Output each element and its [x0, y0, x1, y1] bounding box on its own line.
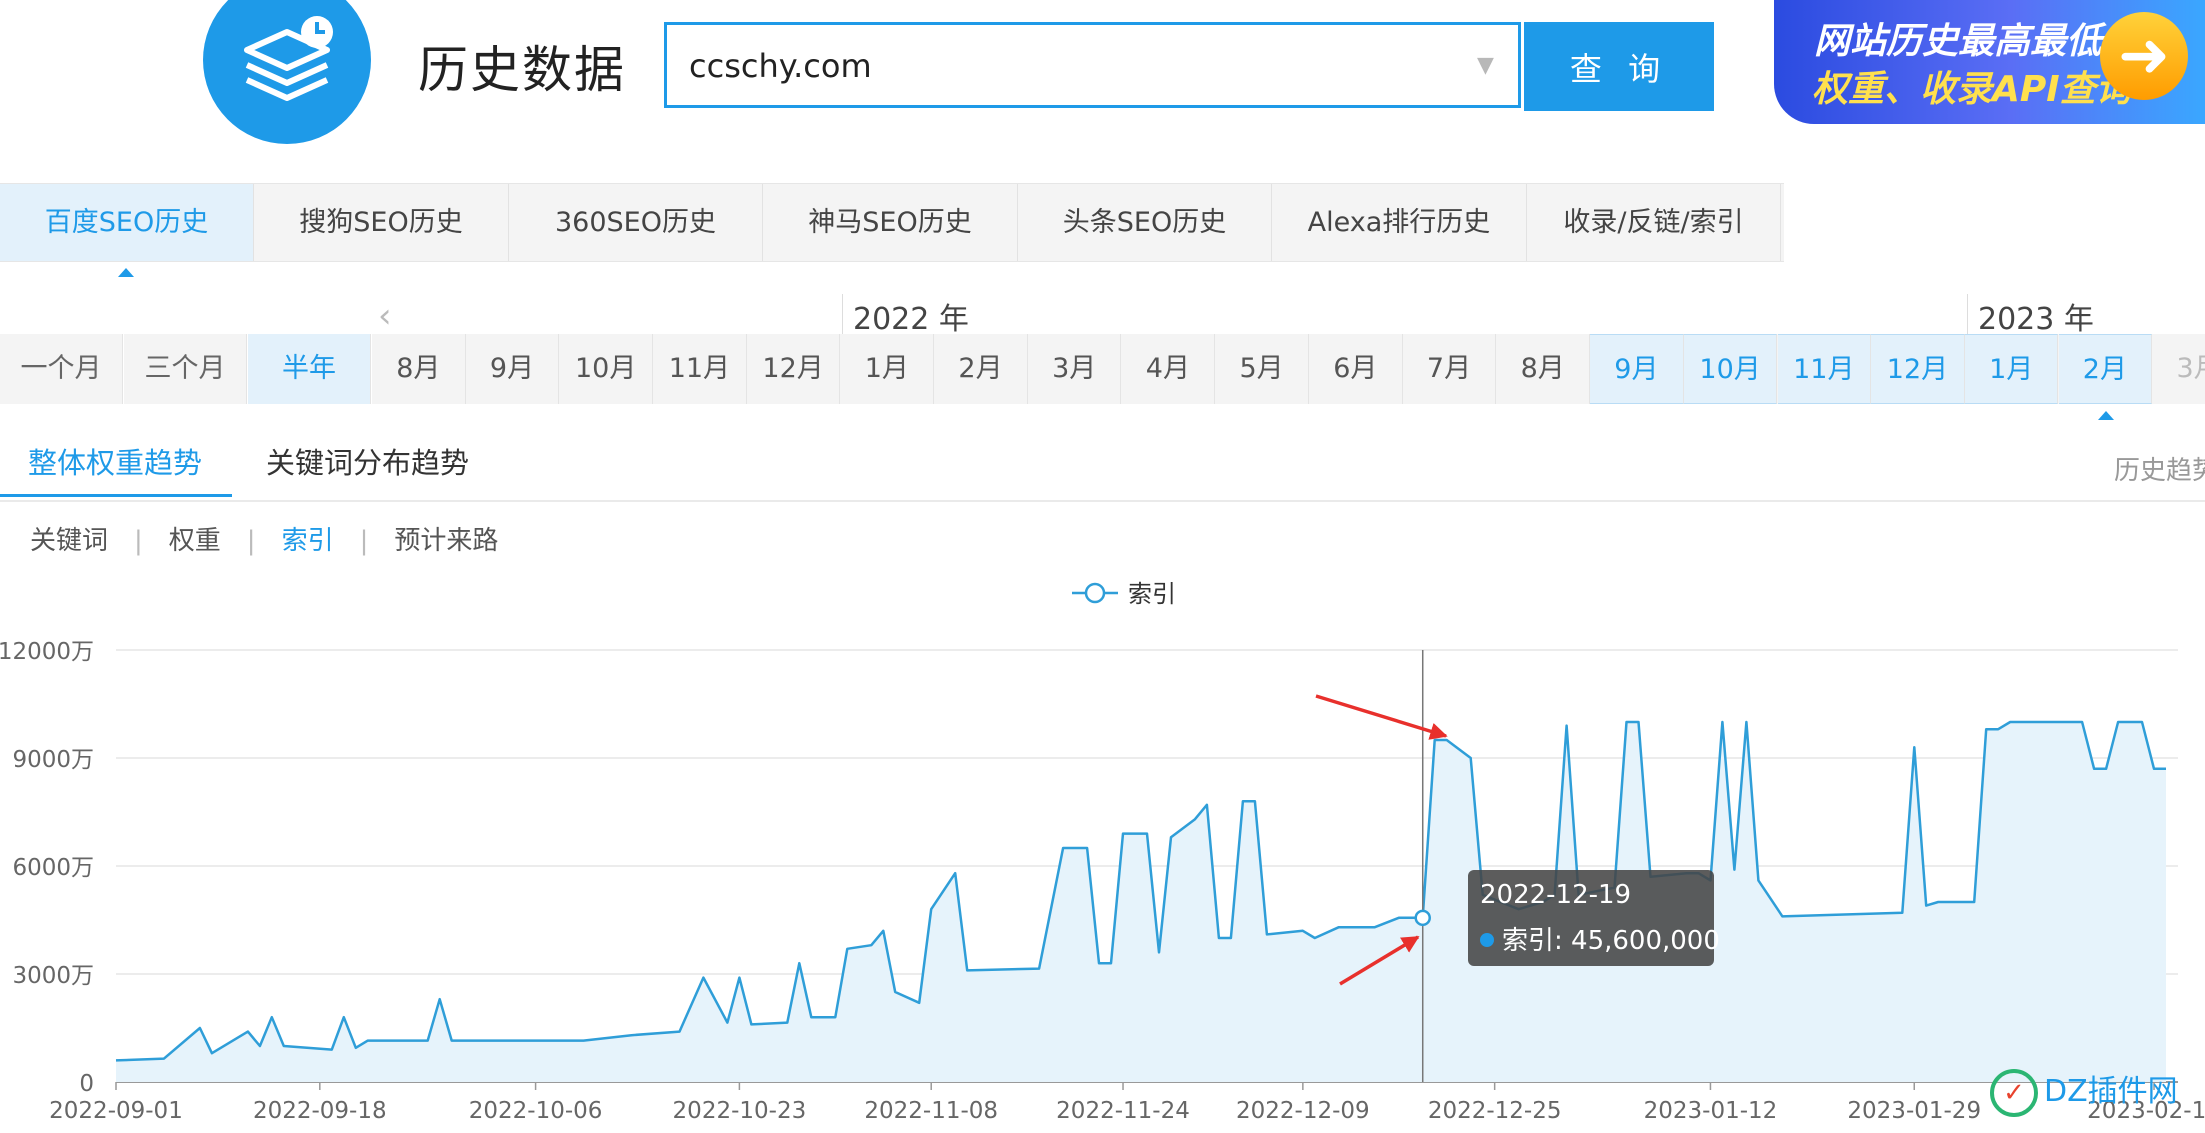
query-button[interactable]: 查 询: [1524, 22, 1714, 111]
x-tick-label: 2022-09-18: [253, 1098, 387, 1124]
seo-tab[interactable]: 搜狗SEO历史: [255, 184, 509, 261]
index-trend-chart: 0 3000万 6000万 9000万 12000万 2022-09-01 2022-09-…: [0, 580, 2205, 1124]
x-tick-label: 2023-01-29: [1847, 1098, 1981, 1124]
year-label: 2022 年: [842, 294, 969, 337]
month-button[interactable]: 10月: [1683, 334, 1778, 404]
month-button[interactable]: 4月: [1122, 334, 1216, 404]
month-button[interactable]: 6月: [1309, 334, 1403, 404]
active-tab-indicator: [118, 268, 134, 277]
x-tick-label: 2022-09-01: [49, 1098, 183, 1124]
watermark-text: DZ插件网: [2044, 1074, 2178, 1109]
seo-tab[interactable]: 360SEO历史: [509, 184, 763, 261]
domain-search-input[interactable]: [687, 39, 1371, 93]
month-button[interactable]: 2月: [2058, 334, 2153, 404]
x-tick-label: 2022-12-09: [1236, 1098, 1370, 1124]
y-tick-label: 12000万: [0, 639, 94, 665]
month-button[interactable]: 5月: [1215, 334, 1309, 404]
x-tick-label: 2022-11-08: [864, 1098, 998, 1124]
metric-tabs: 关键词 | 权重 | 索引 | 预计来路: [30, 520, 498, 557]
month-button[interactable]: 8月: [1496, 334, 1590, 404]
month-button[interactable]: 11月: [653, 334, 747, 404]
promo-line2: 权重、收录API查询: [1812, 69, 2132, 110]
trend-tabs: 整体权重趋势 关键词分布趋势: [0, 420, 2205, 502]
site-title: 历史数据: [418, 41, 626, 99]
promo-line1: 网站历史最高最低: [1814, 21, 2103, 62]
dropdown-caret-icon[interactable]: ▼: [1477, 53, 1494, 78]
metric-separator: |: [359, 526, 369, 556]
range-button[interactable]: 一个月: [0, 334, 123, 404]
month-button[interactable]: 11月: [1777, 334, 1872, 404]
month-button[interactable]: 12月: [747, 334, 841, 404]
trend-tab[interactable]: 整体权重趋势: [28, 440, 202, 482]
logo: [203, 0, 371, 144]
x-tick-label: 2022-10-06: [469, 1098, 603, 1124]
seo-tab[interactable]: 头条SEO历史: [1018, 184, 1272, 261]
y-tick-label: 3000万: [12, 963, 94, 989]
watermark: ✓ DZ插件网: [1990, 1066, 2178, 1117]
annotation-arrow-peak: [1315, 694, 1448, 740]
y-tick-label: 9000万: [12, 747, 94, 773]
metric-tab[interactable]: 预计来路: [394, 520, 498, 557]
metric-tab[interactable]: 索引: [282, 520, 334, 557]
month-button[interactable]: 3月: [2152, 334, 2205, 404]
active-month-indicator: [2098, 411, 2114, 420]
seo-tab[interactable]: 收录/反链/索引: [1527, 184, 1781, 261]
x-tick-label: 2023-01-12: [1644, 1098, 1778, 1124]
tooltip-value: 索引: 45,600,000: [1502, 926, 1720, 956]
series-dot: [1480, 933, 1494, 947]
metric-separator: |: [246, 526, 256, 556]
arrow-right-icon[interactable]: ➜: [2100, 12, 2188, 100]
tooltip-date: 2022-12-19: [1480, 880, 1632, 910]
month-button[interactable]: 9月: [1590, 334, 1684, 404]
api-promo-banner[interactable]: 网站历史最高最低 权重、收录API查询 ➜: [1774, 0, 2205, 124]
metric-separator: |: [134, 526, 143, 556]
seo-history-tabs: 百度SEO历史 搜狗SEO历史 360SEO历史 神马SEO历史 头条SEO历史 Alex…: [0, 183, 1784, 262]
y-tick-label: 6000万: [12, 855, 94, 881]
metric-tab[interactable]: 关键词: [30, 520, 108, 557]
month-selector: 8月 9月 10月 11月 12月 1月 2月 3月 4月 5月 6月 7月 8月 9月 10月 11月 12月…: [372, 334, 2205, 404]
x-tick-label: 2022-12-25: [1428, 1098, 1562, 1124]
search-box: ▼: [664, 22, 1521, 108]
trend-tab-underline: [0, 494, 232, 497]
legend-label: 索引: [1128, 580, 1176, 608]
series-area: [116, 722, 2166, 1082]
seo-tab[interactable]: Alexa排行历史: [1273, 184, 1527, 261]
legend-marker: [1084, 582, 1106, 604]
checkmark-logo-icon: ✓: [1990, 1068, 2038, 1117]
range-button[interactable]: 半年: [248, 334, 371, 404]
seo-tab[interactable]: 百度SEO历史: [0, 184, 254, 261]
month-button[interactable]: 1月: [841, 334, 935, 404]
x-tick-label: 2022-11-24: [1056, 1098, 1190, 1124]
metric-tab[interactable]: 权重: [169, 520, 221, 557]
layers-clock-icon: [244, 16, 333, 101]
month-button[interactable]: 2月: [934, 334, 1028, 404]
trend-tab[interactable]: 关键词分布趋势: [266, 440, 469, 482]
seo-tab[interactable]: 神马SEO历史: [764, 184, 1018, 261]
month-button[interactable]: 7月: [1403, 334, 1497, 404]
x-tick-label: 2022-10-23: [673, 1098, 807, 1124]
month-button[interactable]: 9月: [466, 334, 560, 404]
month-button[interactable]: 3月: [1028, 334, 1122, 404]
month-button[interactable]: 10月: [559, 334, 653, 404]
highlight-point: [1414, 909, 1431, 927]
chart-tooltip: 2022-12-19 索引: 45,600,000: [1468, 870, 1720, 966]
month-button[interactable]: 8月: [372, 334, 466, 404]
range-button[interactable]: 三个月: [124, 334, 247, 404]
month-button[interactable]: 1月: [1964, 334, 2059, 404]
year-label: 2023 年: [1967, 294, 2094, 337]
chevron-left-icon[interactable]: ‹: [378, 296, 392, 336]
month-button[interactable]: 12月: [1871, 334, 1965, 404]
history-trend-link[interactable]: 历史趋势: [2114, 450, 2205, 487]
y-tick-label: 0: [79, 1071, 94, 1097]
